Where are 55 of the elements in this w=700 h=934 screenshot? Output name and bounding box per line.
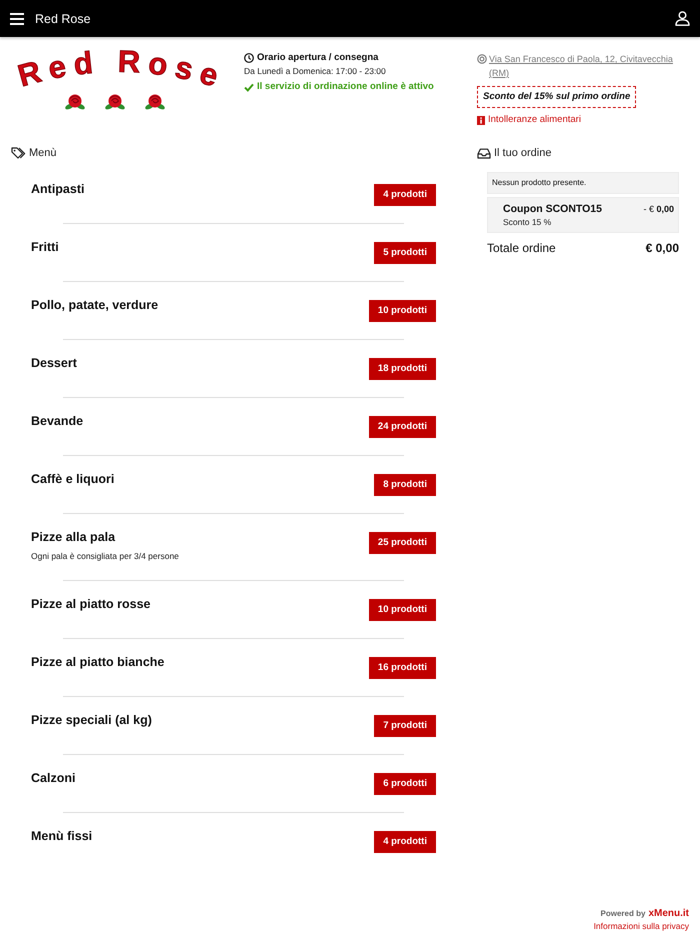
category-name[interactable]: Pizze alla pala [31,529,179,545]
clock-icon [244,53,254,63]
address-link[interactable]: Via San Francesco di Paola, 12, Civitavecchia (RM) [489,52,680,80]
check-icon [244,82,254,92]
user-icon[interactable] [675,11,690,26]
empty-cart-message: Nessun prodotto presente. [487,172,679,194]
product-count-badge: 8 prodotti [374,474,436,496]
menu-icon[interactable] [10,12,24,24]
product-count-badge: 10 prodotti [368,599,436,621]
category-name[interactable]: Pizze al piatto rosse [31,596,150,612]
product-count-badge: 25 prodotti [368,532,436,554]
category-name[interactable]: Bevande [31,413,84,429]
promo-banner: Sconto del 15% sul primo ordine [477,86,636,108]
product-count-badge: 10 prodotti [368,300,436,322]
coupon-name: Coupon SCONTO15 [503,202,602,216]
inbox-icon [477,148,491,158]
category-name[interactable]: Menù fissi [31,828,92,844]
total-label: Totale ordine [487,240,556,256]
ordering-status: Il servizio di ordinazione online è attivo [257,81,434,93]
restaurant-name: Red Rose [35,12,91,26]
rose-icon [65,94,85,110]
product-count-badge: 18 prodotti [368,358,436,380]
logo-text: Red Rose [14,44,222,94]
powered-by-label: Powered by [600,908,646,920]
privacy-link[interactable]: Informazioni sulla privacy [594,920,689,932]
coupon-note: Sconto 15 % [503,216,552,228]
category-name[interactable]: Pizze al piatto bianche [31,654,164,670]
coupon-amount: - € 0,00 [643,203,674,216]
category-name[interactable]: Pollo, patate, verdure [31,297,158,313]
tag-icon [11,147,26,159]
category-name[interactable]: Fritti [31,239,59,255]
menu-heading: Menù [29,146,57,161]
product-count-badge: 16 prodotti [368,657,436,679]
product-count-badge: 4 prodotti [374,831,436,853]
brand-link[interactable]: xMenu.it [648,908,689,920]
order-heading: Il tuo ordine [494,146,552,161]
rose-icon [105,94,125,110]
category-description: Ogni pala è consigliata per 3/4 persone [31,550,179,563]
product-count-badge: 7 prodotti [374,715,436,737]
rose-icon [145,94,165,110]
category-name[interactable]: Caffè e liquori [31,471,114,487]
category-name[interactable]: Dessert [31,355,77,371]
allergens-link[interactable]: Intolleranze alimentari [488,114,581,126]
product-count-badge: 4 prodotti [374,184,436,206]
product-count-badge: 6 prodotti [374,773,436,795]
total-amount: € 0,00 [646,240,679,256]
hours-title: Orario apertura / consegna [257,52,378,64]
category-name[interactable]: Calzoni [31,770,76,786]
target-icon [477,54,487,64]
category-name[interactable]: Antipasti [31,181,84,197]
product-count-badge: 24 prodotti [368,416,436,438]
product-count-badge: 5 prodotti [374,242,436,264]
category-name[interactable]: Pizze speciali (al kg) [31,712,152,728]
opening-hours: Da Lunedì a Domenica: 17:00 - 23:00 [244,65,387,77]
info-icon [477,116,485,124]
